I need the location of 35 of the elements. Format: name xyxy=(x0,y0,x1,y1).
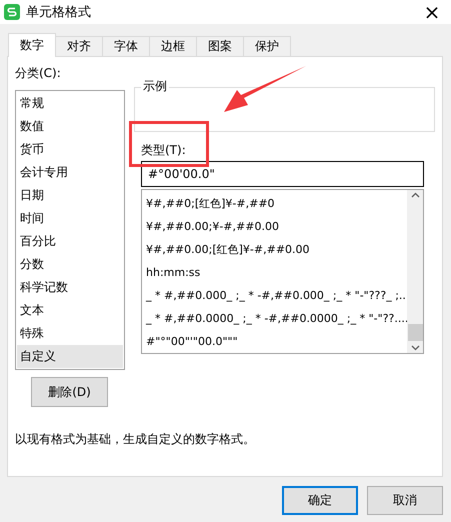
sample-label: 示例 xyxy=(141,78,169,95)
category-item[interactable]: 分数 xyxy=(17,253,123,276)
category-label: 分类(C): xyxy=(15,65,62,82)
category-item[interactable]: 时间 xyxy=(17,207,123,230)
category-item[interactable]: 货币 xyxy=(17,138,123,161)
category-item[interactable]: 文本 xyxy=(17,299,123,322)
format-item[interactable]: ¥#,##0;[红色]¥-#,##0 xyxy=(146,192,403,215)
tab[interactable]: 数字 xyxy=(8,33,56,57)
scroll-thumb[interactable] xyxy=(408,324,422,341)
category-item[interactable]: 日期 xyxy=(17,184,123,207)
cancel-button[interactable]: 取消 xyxy=(367,486,443,515)
category-item[interactable]: 会计专用 xyxy=(17,161,123,184)
type-field[interactable]: #°00'00.0" xyxy=(141,161,424,187)
window-title: 单元格格式 xyxy=(26,4,92,21)
scroll-down-icon[interactable] xyxy=(410,345,420,351)
delete-button[interactable]: 删除(D) xyxy=(31,377,108,407)
category-item[interactable]: 数值 xyxy=(17,115,123,138)
close-button[interactable]: × xyxy=(417,0,447,24)
scrollbar[interactable] xyxy=(407,190,423,353)
ok-button[interactable]: 确定 xyxy=(282,486,358,515)
category-item[interactable]: 百分比 xyxy=(17,230,123,253)
category-item[interactable]: 科学记数 xyxy=(17,276,123,299)
description-text: 以现有格式为基础，生成自定义的数字格式。 xyxy=(15,431,256,448)
tab[interactable]: 保护 xyxy=(243,36,291,56)
category-item[interactable]: 常规 xyxy=(17,92,123,115)
category-item[interactable]: 特殊 xyxy=(17,322,123,345)
format-item[interactable]: #"°"00"'"00.0""" xyxy=(146,330,403,353)
format-item[interactable]: hh:mm:ss xyxy=(146,261,403,284)
format-item[interactable]: _ * #,##0.000_ ;_ * -#,##0.000_ ;_ * "-"???_ ;... xyxy=(146,284,403,307)
format-item[interactable]: ¥#,##0.00;¥-#,##0.00 xyxy=(146,215,403,238)
format-item[interactable]: ¥#,##0.00;[红色]¥-#,##0.00 xyxy=(146,238,403,261)
app-logo-icon xyxy=(4,4,20,20)
scroll-up-icon[interactable] xyxy=(410,192,420,198)
type-label: 类型(T): xyxy=(141,142,187,159)
category-item[interactable]: 自定义 xyxy=(17,345,123,368)
